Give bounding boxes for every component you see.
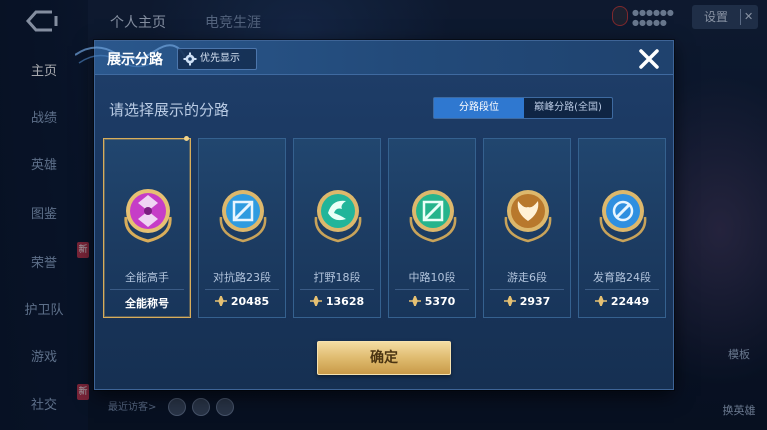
- score-value: 2937: [519, 295, 551, 308]
- card-score: 22449: [579, 295, 665, 308]
- card-score: 13628: [294, 295, 380, 308]
- lane-mode-toggle: 分路段位 巅峰分路(全国): [433, 97, 613, 119]
- divider: [490, 289, 564, 290]
- divider: [395, 289, 469, 290]
- gear-icon: [183, 52, 197, 66]
- tab-peak-lane[interactable]: 巅峰分路(全国): [524, 98, 612, 118]
- card-score: 20485: [199, 295, 285, 308]
- card-name: 打野18段: [313, 271, 361, 284]
- card-score: 2937: [484, 295, 570, 308]
- lane-card-allround[interactable]: 全能高手 全能称号: [103, 136, 191, 318]
- mid-lane-emblem-icon: [409, 190, 457, 243]
- divider: [205, 289, 279, 290]
- lane-card-mid[interactable]: 中路10段 5370: [388, 138, 476, 318]
- divider: [300, 289, 374, 290]
- divider: [110, 289, 184, 290]
- tab-lane-rank[interactable]: 分路段位: [434, 98, 524, 118]
- points-icon: [309, 296, 322, 306]
- card-name: 发育路24段: [593, 271, 651, 284]
- score-value: 5370: [424, 295, 456, 308]
- priority-display-button[interactable]: 优先显示: [177, 48, 257, 70]
- lane-card-clash[interactable]: 对抗路23段 20485: [198, 138, 286, 318]
- card-score: 全能称号: [125, 297, 169, 310]
- roam-emblem-icon: [504, 190, 552, 243]
- clash-lane-emblem-icon: [219, 190, 267, 243]
- lane-card-farm[interactable]: 发育路24段 22449: [578, 138, 666, 318]
- jungle-emblem-icon: [314, 190, 362, 243]
- farm-lane-emblem-icon: [599, 190, 647, 243]
- card-name: 全能高手: [125, 271, 169, 284]
- modal-title: 展示分路: [107, 52, 163, 68]
- points-icon: [594, 296, 607, 306]
- score-value: 13628: [325, 295, 365, 308]
- card-score: 5370: [389, 295, 475, 308]
- allround-emblem-icon: [124, 189, 172, 243]
- close-icon[interactable]: [635, 45, 663, 73]
- score-value: 20485: [230, 295, 270, 308]
- lane-card-jungle[interactable]: 打野18段 13628: [293, 138, 381, 318]
- points-icon: [408, 296, 421, 306]
- selection-marker: [184, 136, 189, 141]
- card-name: 游走6段: [507, 271, 547, 284]
- lane-card-roam[interactable]: 游走6段 2937: [483, 138, 571, 318]
- modal-subtitle: 请选择展示的分路: [109, 101, 230, 119]
- lane-display-modal: 展示分路 优先显示 请选择展示的分路 分路段位 巅峰分路(全国) 全能高手 全能…: [75, 40, 674, 390]
- card-name: 对抗路23段: [213, 271, 271, 284]
- points-icon: [214, 296, 227, 306]
- score-value: 22449: [610, 295, 650, 308]
- points-icon: [503, 296, 516, 306]
- confirm-button[interactable]: 确定: [317, 341, 451, 375]
- priority-label: 优先显示: [200, 53, 240, 64]
- card-name: 中路10段: [408, 271, 456, 284]
- modal-header: 展示分路 优先显示: [75, 41, 673, 75]
- divider: [585, 289, 659, 290]
